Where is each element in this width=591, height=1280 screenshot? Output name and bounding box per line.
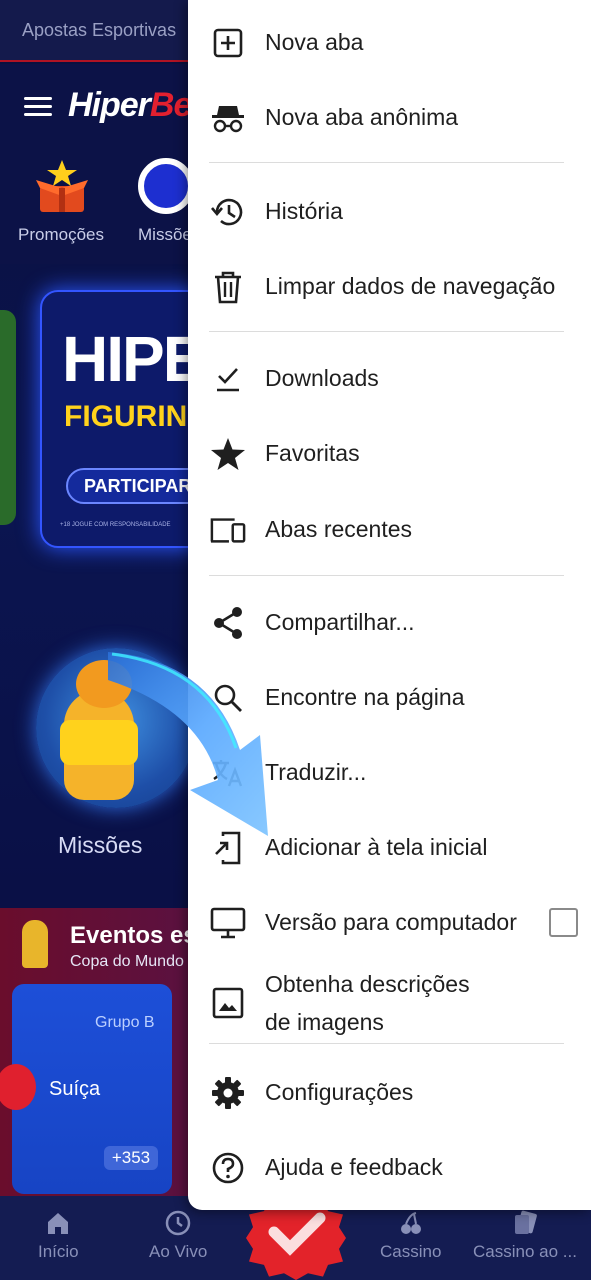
browser-overflow-menu: Nova aba Nova aba anônima História Limpa… [188,0,591,1210]
quick-link-missions[interactable]: Missõe [138,225,192,245]
cherries-icon [400,1212,421,1234]
mascot-shirt [60,720,138,765]
cards-icon [514,1210,537,1234]
banner-disclaimer: +18 JOGUE COM RESPONSABILIDADE [60,522,171,528]
nav-home[interactable]: Início [38,1210,79,1262]
menu-item-label: História [265,198,343,224]
banner-previous[interactable] [0,310,16,525]
events-subtitle: Copa do Mundo [70,953,184,970]
gear-icon [210,1075,246,1111]
share-icon [210,605,246,641]
nav-casino[interactable]: Cassino [380,1210,441,1262]
menu-item-label: Traduzir... [265,759,367,785]
find-icon [210,680,246,716]
menu-item-find-in-page[interactable]: Encontre na página [188,660,591,735]
menu-item-label: Abas recentes [265,516,413,542]
more-odds-badge[interactable]: +353 [104,1146,158,1170]
incognito-icon [210,100,246,136]
menu-divider [209,1043,564,1044]
nav-casino-label: Cassino [380,1242,442,1261]
menu-item-label: Compartilhar... [265,609,415,635]
menu-divider [209,575,564,576]
sports-betting-tab[interactable]: Apostas Esportivas [22,20,176,41]
quick-link-promotions[interactable]: Promoções [18,225,104,245]
home-icon [48,1213,69,1234]
menu-item-label: Adicionar à tela inicial [265,834,488,860]
trophy-icon [22,920,48,968]
menu-item-history[interactable]: História [188,174,591,249]
image-icon [210,985,246,1021]
nav-live-label: Ao Vivo [149,1242,208,1261]
menu-item-add-to-home[interactable]: Adicionar à tela inicial [188,810,591,885]
devices-icon [210,512,246,548]
menu-item-label: Configurações [265,1079,414,1105]
menu-item-label: Nova aba anônima [265,104,459,130]
mascot-head [76,660,132,708]
menu-item-desktop-site[interactable]: Versão para computador [188,885,591,960]
menu-item-label: Downloads [265,365,379,391]
menu-divider [209,331,564,332]
menu-item-label: Limpar dados de navegação [265,273,556,299]
menu-item-label: Encontre na página [265,684,465,710]
team-name: Suíça [49,1078,101,1100]
nav-live[interactable]: Ao Vivo [149,1210,207,1262]
trash-icon [210,269,246,305]
menu-item-label: Ajuda e feedback [265,1154,443,1180]
promo-banner[interactable]: HIPE FIGURINH PARTICIPAR A +18 JOGUE COM… [40,290,210,548]
menu-divider [209,162,564,163]
menu-item-downloads[interactable]: Downloads [188,341,591,416]
match-group: Grupo B [95,1014,155,1031]
nav-home-label: Início [38,1242,79,1261]
desktop-icon [210,905,246,941]
menu-item-bookmarks[interactable]: Favoritas [188,416,591,491]
gift-box-icon[interactable] [34,158,90,214]
menu-item-recent-tabs[interactable]: Abas recentes [188,492,591,567]
menu-item-label: Versão para computador [265,909,517,935]
menu-item-label: Nova aba [265,29,364,55]
target-icon[interactable] [138,158,194,214]
banner-title: HIPE [62,323,205,395]
menu-item-help-feedback[interactable]: Ajuda e feedback [188,1130,591,1205]
menu-item-new-tab[interactable]: Nova aba [188,5,591,80]
missions-label[interactable]: Missões [58,832,142,859]
history-icon [210,194,246,230]
menu-item-share[interactable]: Compartilhar... [188,585,591,660]
menu-item-label: Favoritas [265,440,360,466]
menu-item-image-descriptions[interactable]: Obtenha descrições de imagens [188,960,591,1046]
help-icon [210,1150,246,1186]
events-title: Eventos es [70,922,197,949]
menu-item-incognito-tab[interactable]: Nova aba anônima [188,80,591,155]
add-to-home-icon [210,830,246,866]
translate-icon [210,755,246,791]
new-tab-icon [210,25,246,61]
nav-live-casino[interactable]: Cassino ao ... [473,1210,577,1262]
nav-live-casino-label: Cassino ao ... [473,1242,577,1261]
menu-item-label: Obtenha descrições de imagens [265,971,470,1035]
star-icon [210,436,246,472]
desktop-site-checkbox[interactable] [549,908,578,937]
hamburger-menu-icon[interactable] [24,97,52,117]
menu-item-clear-browsing-data[interactable]: Limpar dados de navegação [188,249,591,324]
site-logo[interactable]: HiperBe [68,86,192,125]
menu-item-settings[interactable]: Configurações [188,1055,591,1130]
clock-icon [165,1210,191,1236]
menu-item-translate[interactable]: Traduzir... [188,735,591,810]
download-check-icon [210,361,246,397]
